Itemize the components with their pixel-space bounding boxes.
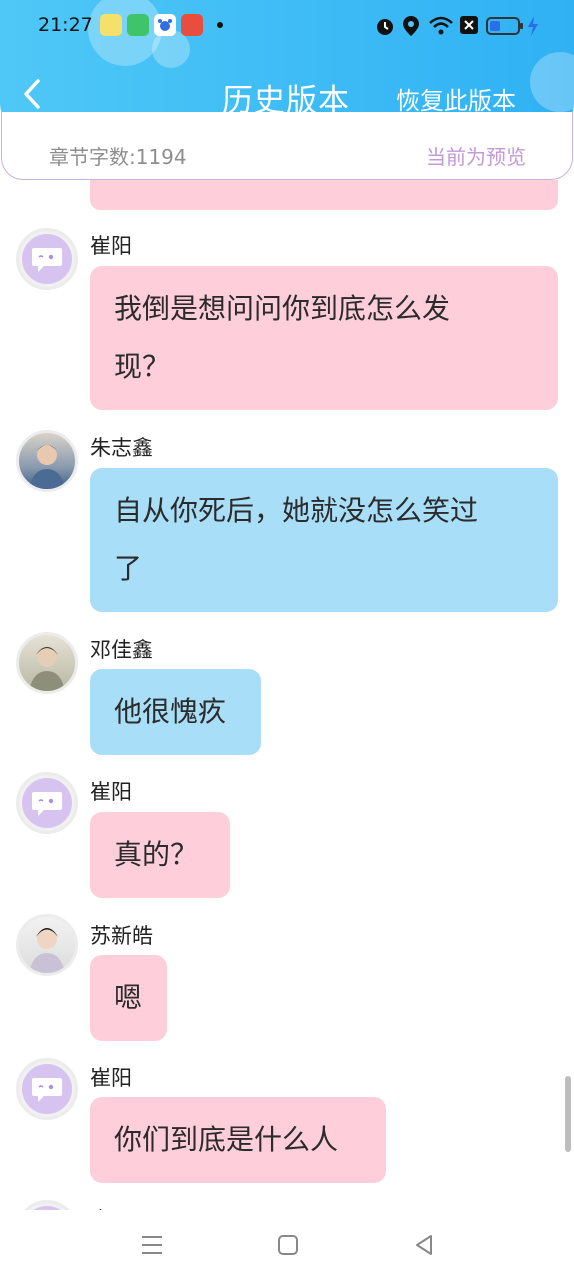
menu-button[interactable]: [137, 1230, 167, 1260]
message-text-line: 我倒是想问问你到底怎么发: [114, 292, 451, 325]
sender-name: 崔阳: [90, 780, 132, 804]
green-app-icon: [127, 14, 149, 36]
message-bubble[interactable]: 他很愧疚: [90, 669, 261, 755]
message-text-line: 自从你死后，她就没怎么笑过: [114, 494, 479, 527]
app-header: 21:27 历史版本 恢复此版本: [0, 0, 574, 126]
restore-version-button[interactable]: 恢复此版本: [396, 81, 516, 116]
chat-bubble-avatar-icon[interactable]: [16, 228, 78, 290]
message-text: 嗯: [114, 981, 143, 1014]
home-button[interactable]: [273, 1230, 303, 1260]
system-nav-bar: [0, 1210, 574, 1280]
chevron-left-icon: [24, 79, 40, 109]
message-bubble[interactable]: 嗯: [90, 955, 167, 1041]
back-button[interactable]: [14, 74, 50, 114]
home-square-icon: [278, 1235, 298, 1255]
scrollbar-thumb[interactable]: [565, 1076, 571, 1152]
message-text-line: 现？: [114, 350, 171, 383]
sender-name: 崔阳: [90, 1066, 132, 1090]
chapter-info-panel: 章节字数:1194 当前为预览: [1, 112, 573, 180]
sender-name: 邓佳鑫: [90, 638, 153, 662]
charging-icon: [528, 16, 538, 36]
red-app-icon: [181, 14, 203, 36]
status-bar: 21:27: [0, 0, 574, 52]
message-bubble[interactable]: 真的？: [90, 812, 230, 898]
preview-status-label: 当前为预览: [426, 145, 526, 169]
chat-bubble-avatar-icon[interactable]: [16, 1200, 78, 1210]
message-bubble[interactable]: 你们到底是什么人: [90, 1097, 386, 1183]
sender-name: 崔阳: [90, 234, 132, 258]
battery-icon: [486, 17, 523, 35]
dot-icon: [217, 22, 223, 28]
chat-bubble-avatar-icon[interactable]: [16, 1058, 78, 1120]
no-sim-icon: [460, 16, 478, 34]
message-text: 他很愧疚: [114, 695, 227, 728]
user-photo-avatar[interactable]: [16, 430, 78, 492]
back-triangle-icon: [416, 1235, 432, 1255]
message-text-line: 了: [114, 552, 143, 585]
chat-bubble-avatar-icon[interactable]: [16, 772, 78, 834]
sender-name: 苏新皓: [90, 924, 153, 948]
user-photo-avatar[interactable]: [16, 632, 78, 694]
chat-list[interactable]: 崔阳 我倒是想问问你到底怎么发 现？ 朱志鑫 自从你死后，她就没怎么笑过 了 邓…: [0, 180, 574, 1210]
message-bubble[interactable]: 我倒是想问问你到底怎么发 现？: [90, 266, 558, 410]
back-nav-button[interactable]: [409, 1230, 439, 1260]
message-bubble-partial: [90, 180, 558, 210]
message-text: 真的？: [114, 838, 199, 871]
baidu-icon: [154, 14, 176, 36]
location-icon: [403, 16, 419, 36]
status-time: 21:27: [38, 14, 93, 36]
message-text: 你们到底是什么人: [114, 1123, 339, 1156]
word-count-label: 章节字数:1194: [49, 145, 187, 169]
menu-icon: [142, 1236, 162, 1254]
alarm-icon: [377, 19, 393, 35]
sender-name: 朱志鑫: [90, 436, 153, 460]
user-photo-avatar[interactable]: [16, 914, 78, 976]
message-bubble[interactable]: 自从你死后，她就没怎么笑过 了: [90, 468, 558, 612]
wifi-icon: [429, 16, 453, 35]
wechat-yellow-icon: [100, 14, 122, 36]
